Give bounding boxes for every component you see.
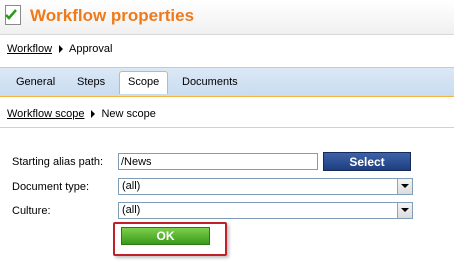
breadcrumb-workflow-link[interactable]: Workflow xyxy=(7,43,52,55)
alias-path-label: Starting alias path: xyxy=(12,156,104,168)
document-type-value: (all) xyxy=(122,180,141,192)
page-title: Workflow properties xyxy=(30,6,195,25)
chevron-down-icon[interactable] xyxy=(397,203,412,218)
alias-path-input[interactable]: /News xyxy=(118,153,318,170)
select-button[interactable]: Select xyxy=(323,152,411,171)
breadcrumb-arrow-icon xyxy=(91,110,96,119)
tab-steps[interactable]: Steps xyxy=(77,76,105,88)
chevron-down-icon[interactable] xyxy=(397,179,412,194)
tab-scope[interactable]: Scope xyxy=(119,71,169,94)
scope-form xyxy=(0,128,454,272)
breadcrumb-current: Approval xyxy=(69,43,113,55)
breadcrumb: Workflow Approval xyxy=(0,35,454,63)
culture-select[interactable]: (all) xyxy=(118,202,413,219)
tab-bar: General Steps Scope Documents xyxy=(0,67,454,98)
document-type-select[interactable]: (all) xyxy=(118,178,413,195)
culture-label: Culture: xyxy=(12,205,51,217)
ok-button[interactable]: OK xyxy=(121,227,210,245)
document-type-label: Document type: xyxy=(12,181,90,193)
breadcrumb-arrow-icon xyxy=(59,45,64,54)
breadcrumb-workflow-scope-link[interactable]: Workflow scope xyxy=(7,108,84,120)
tab-documents[interactable]: Documents xyxy=(182,76,238,88)
document-check-icon xyxy=(5,5,21,25)
culture-value: (all) xyxy=(122,204,141,216)
tab-general[interactable]: General xyxy=(16,76,55,88)
page-header: Workflow properties xyxy=(0,0,454,35)
scope-breadcrumb: Workflow scope New scope xyxy=(0,97,454,128)
breadcrumb-current: New scope xyxy=(101,108,156,120)
